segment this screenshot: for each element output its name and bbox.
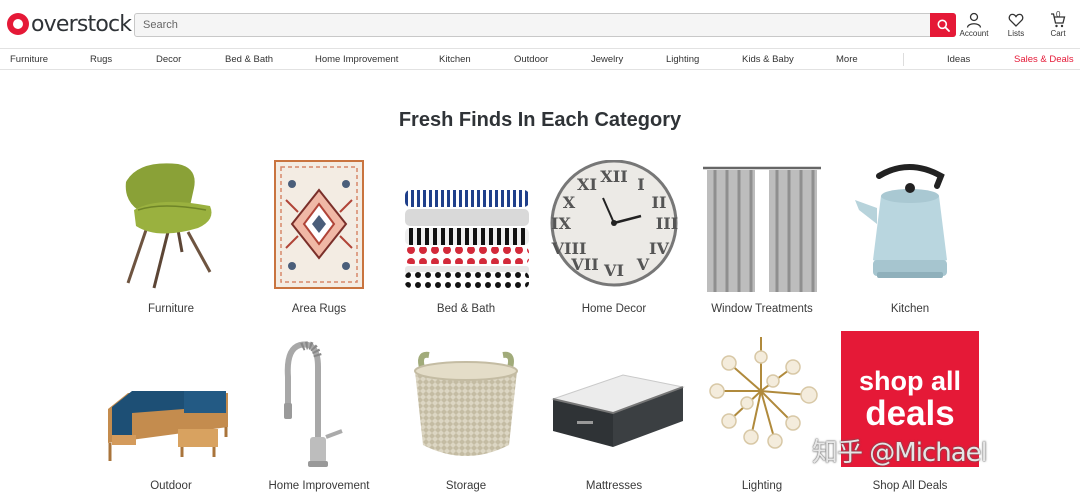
nav-item-jewelry[interactable]: Jewelry (591, 54, 623, 65)
svg-text:V: V (636, 255, 650, 274)
nav-item-ideas[interactable]: Ideas (947, 54, 970, 65)
category-label: Home Improvement (268, 480, 370, 492)
category-label: Storage (445, 480, 487, 492)
towels-image (405, 190, 529, 288)
category-tile-kitchen[interactable]: Kitchen (837, 160, 983, 320)
cart-button[interactable]: 0 Cart (1044, 10, 1072, 38)
category-tile-furniture[interactable]: Furniture (98, 160, 244, 320)
category-label: Outdoor (150, 480, 192, 492)
cart-count: 0 (1056, 10, 1061, 19)
sofa-image (108, 391, 228, 461)
nav-item-decor[interactable]: Decor (156, 54, 181, 65)
heart-icon (1008, 13, 1024, 27)
svg-text:III: III (656, 214, 678, 233)
category-tile-area-rugs[interactable]: Area Rugs (246, 160, 392, 320)
svg-text:VI: VI (603, 261, 624, 280)
svg-text:XII: XII (600, 167, 627, 186)
nav-item-home-improvement[interactable]: Home Improvement (315, 54, 398, 65)
curtains-image (703, 166, 821, 292)
search-bar (134, 13, 956, 37)
category-label: Furniture (147, 303, 195, 315)
lists-label: Lists (1007, 29, 1025, 38)
user-icon (966, 12, 982, 28)
category-tile-outdoor[interactable]: Outdoor (98, 337, 244, 497)
category-label: Lighting (741, 480, 783, 492)
category-tile-shop-all-deals[interactable]: shop all deals Shop All Deals (837, 331, 983, 497)
faucet-image (284, 341, 343, 467)
category-label: Home Decor (581, 303, 647, 315)
search-input[interactable] (135, 14, 931, 36)
category-nav: Furniture Rugs Decor Bed & Bath Home Imp… (0, 48, 1080, 70)
nav-item-outdoor[interactable]: Outdoor (514, 54, 548, 65)
svg-text:IX: IX (551, 214, 571, 233)
search-icon (937, 19, 950, 32)
search-button[interactable] (930, 13, 956, 37)
account-button[interactable]: Account (960, 12, 988, 38)
category-label: Mattresses (585, 480, 643, 492)
svg-text:II: II (652, 193, 667, 212)
category-label: Bed & Bath (436, 303, 496, 315)
nav-item-lighting[interactable]: Lighting (666, 54, 699, 65)
svg-text:XI: XI (577, 175, 597, 194)
overstock-logo[interactable]: overstock (7, 11, 132, 37)
category-tile-lighting[interactable]: Lighting (689, 337, 835, 497)
clock-image: XIIVI IX III III IVV VIIVIII XXI (550, 160, 678, 287)
logo-mark-icon (7, 13, 29, 35)
nav-divider (903, 53, 904, 66)
svg-text:X: X (563, 193, 576, 212)
mattress-image (551, 374, 685, 447)
category-tile-bed-bath[interactable]: Bed & Bath (393, 160, 539, 320)
logo-text: overstock (31, 11, 132, 37)
kettle-image (855, 164, 947, 278)
basket-image (414, 351, 518, 456)
account-label: Account (959, 29, 989, 38)
nav-item-rugs[interactable]: Rugs (90, 54, 112, 65)
nav-item-kids-baby[interactable]: Kids & Baby (742, 54, 794, 65)
lists-button[interactable]: Lists (1002, 12, 1030, 38)
category-tile-home-decor[interactable]: XII VI IX III I II IV V VII VIII X XI Home Dec… (541, 160, 687, 320)
header-tools: Account Lists 0 Cart (960, 10, 1072, 38)
category-tile-home-improvement[interactable]: Home Improvement (246, 337, 392, 497)
nav-item-bed-bath[interactable]: Bed & Bath (225, 54, 273, 65)
nav-item-more[interactable]: More (836, 54, 858, 65)
deals-tile-line2: deals (865, 394, 955, 433)
category-label: Shop All Deals (872, 480, 948, 492)
nav-item-furniture[interactable]: Furniture (10, 54, 48, 65)
deals-tile-line1: shop all (858, 366, 961, 396)
rug-image (274, 160, 364, 289)
nav-item-sales-deals[interactable]: Sales & Deals (1014, 54, 1074, 65)
category-label: Kitchen (890, 303, 930, 315)
nav-item-kitchen[interactable]: Kitchen (439, 54, 471, 65)
watermark: 知乎 @Michael (812, 438, 988, 468)
svg-text:IV: IV (649, 239, 669, 258)
category-tile-mattresses[interactable]: Mattresses (541, 337, 687, 497)
svg-text:VIII: VIII (551, 239, 587, 258)
category-label: Window Treatments (711, 303, 813, 315)
category-label: Area Rugs (291, 303, 347, 315)
chair-image (125, 163, 212, 289)
category-tile-storage[interactable]: Storage (393, 337, 539, 497)
top-header: overstock Account Lists 0 Cart (0, 0, 1080, 48)
svg-text:I: I (637, 175, 644, 194)
page-title: Fresh Finds In Each Category (398, 109, 682, 131)
category-tile-window-treatments[interactable]: Window Treatments (689, 160, 835, 320)
cart-label: Cart (1050, 29, 1066, 38)
